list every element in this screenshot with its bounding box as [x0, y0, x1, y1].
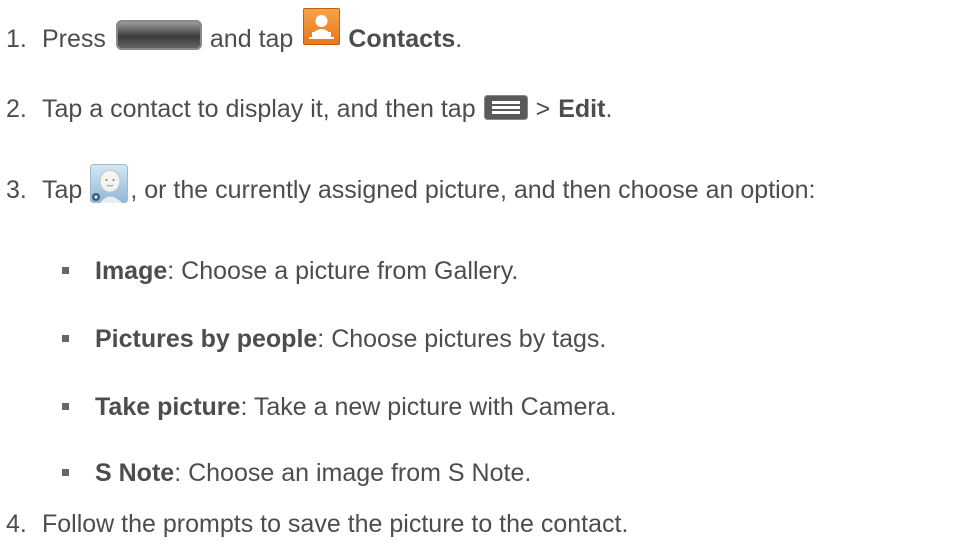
contacts-label: Contacts: [348, 24, 456, 53]
step-number: 4.: [6, 510, 27, 538]
step-3: 3. Tap , or the currently assigned pictu…: [6, 164, 816, 209]
edit-label: Edit: [558, 95, 606, 123]
step-text: , or the currently assigned picture, and…: [130, 175, 816, 204]
step-text: .: [605, 95, 613, 123]
step-text: Tap: [42, 175, 83, 204]
step-text: Press: [42, 24, 106, 53]
bullet-icon: [62, 468, 69, 476]
option-desc: : Choose pictures by tags.: [317, 325, 607, 353]
step-text: Tap a contact to display it, and then ta…: [42, 95, 476, 123]
option-item: Pictures by people : Choose pictures by …: [62, 324, 606, 354]
contact-photo-icon: [90, 164, 129, 203]
contacts-icon: [303, 8, 341, 45]
step-2: 2. Tap a contact to display it, and then…: [6, 94, 612, 124]
option-title: Pictures by people: [95, 325, 318, 353]
bullet-icon: [62, 266, 69, 274]
step-text: Follow the prompts to save the picture t…: [42, 510, 629, 538]
step-1: 1. Press and tap Contacts .: [6, 8, 463, 57]
bullet-icon: [62, 402, 69, 410]
option-desc: : Choose an image from S Note.: [174, 459, 532, 487]
step-text: .: [455, 24, 463, 53]
step-number: 2.: [6, 95, 27, 123]
option-desc: : Choose a picture from Gallery.: [167, 257, 519, 285]
step-4: 4. Follow the prompts to save the pictur…: [6, 509, 628, 539]
step-text: >: [535, 95, 551, 123]
step-text: and tap: [209, 24, 294, 53]
option-title: S Note: [95, 459, 175, 487]
step-number: 1.: [6, 24, 27, 53]
option-item: S Note : Choose an image from S Note.: [62, 458, 531, 488]
option-item: Image : Choose a picture from Gallery.: [62, 256, 518, 286]
option-title: Image: [95, 257, 168, 285]
home-key-icon: [115, 19, 202, 50]
menu-key-icon: [483, 94, 528, 120]
option-item: Take picture : Take a new picture with C…: [62, 392, 617, 422]
step-number: 3.: [6, 175, 27, 204]
bullet-icon: [62, 334, 69, 342]
option-desc: : Take a new picture with Camera.: [240, 393, 617, 421]
option-title: Take picture: [95, 393, 241, 421]
